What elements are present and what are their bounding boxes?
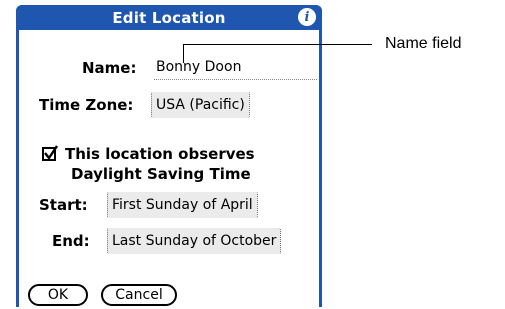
callout-leader bbox=[183, 44, 184, 63]
start-label: Start: bbox=[39, 196, 88, 214]
end-label: End: bbox=[52, 232, 90, 250]
name-field[interactable]: Bonny Doon bbox=[156, 59, 241, 75]
callout-label: Name field bbox=[385, 35, 462, 52]
dialog-titlebar: Edit Location i bbox=[16, 5, 322, 30]
timezone-picker[interactable]: USA (Pacific) bbox=[151, 92, 250, 118]
dialog-title: Edit Location bbox=[112, 9, 226, 27]
cancel-button[interactable]: Cancel bbox=[101, 284, 177, 306]
name-label: Name: bbox=[82, 59, 137, 77]
name-field-underline bbox=[154, 79, 317, 80]
end-picker[interactable]: Last Sunday of October bbox=[107, 228, 282, 254]
info-icon[interactable]: i bbox=[298, 8, 316, 26]
callout-line bbox=[183, 44, 372, 45]
dst-label-line1: This location observes bbox=[65, 145, 255, 163]
checkmark-icon bbox=[44, 145, 58, 161]
start-picker[interactable]: First Sunday of April bbox=[107, 192, 258, 218]
dst-label-line2: Daylight Saving Time bbox=[71, 165, 251, 183]
ok-button[interactable]: OK bbox=[28, 284, 88, 306]
timezone-label: Time Zone: bbox=[39, 96, 134, 114]
edit-location-dialog: Edit Location i Name: Bonny Doon Time Zo… bbox=[16, 5, 322, 307]
dst-checkbox[interactable] bbox=[42, 145, 58, 161]
